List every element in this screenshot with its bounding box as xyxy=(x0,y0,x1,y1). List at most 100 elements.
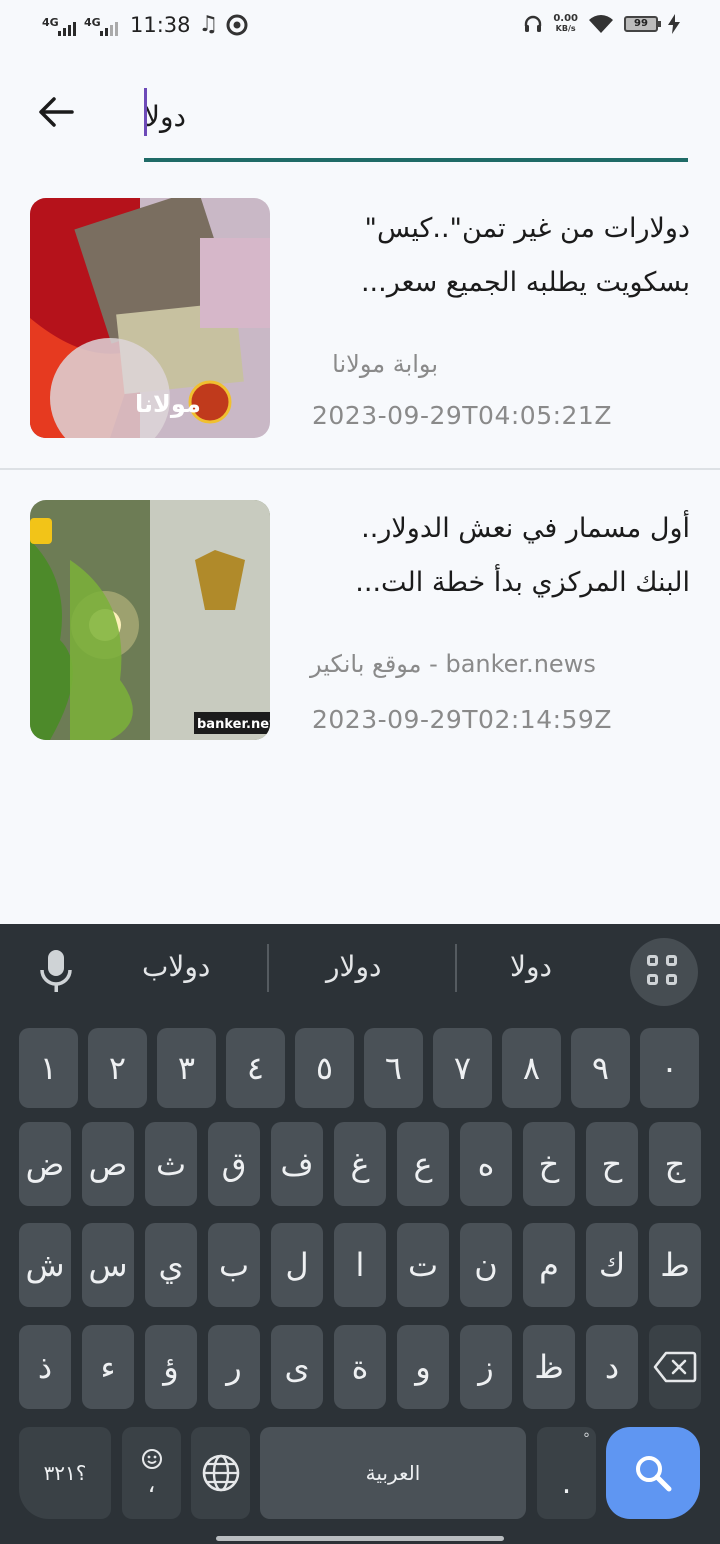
backspace-key[interactable] xyxy=(649,1325,701,1409)
key[interactable]: ٦ xyxy=(364,1028,423,1108)
clock: 11:38 xyxy=(130,12,191,37)
key[interactable]: ا xyxy=(334,1223,386,1307)
suggestion[interactable]: دولا xyxy=(510,950,552,983)
key[interactable]: ف xyxy=(271,1122,323,1206)
key[interactable]: ر xyxy=(208,1325,260,1409)
news-title-line: بسكويت يطلبه الجميع سعر... xyxy=(360,267,690,298)
language-key[interactable] xyxy=(191,1427,250,1519)
globe-icon xyxy=(202,1454,239,1492)
key[interactable]: س xyxy=(82,1223,134,1307)
battery-level: 99 xyxy=(634,18,648,29)
wifi-icon xyxy=(589,15,613,33)
key[interactable]: ق xyxy=(208,1122,260,1206)
period-label: . xyxy=(561,1465,572,1501)
comma-label: ، xyxy=(147,1470,156,1498)
battery-icon: 99 xyxy=(624,16,661,32)
news-title-line: أول مسمار في نعش الدولار.. xyxy=(361,513,690,544)
key[interactable]: ٨ xyxy=(502,1028,561,1108)
key[interactable]: ج xyxy=(649,1122,701,1206)
key[interactable]: ل xyxy=(271,1223,323,1307)
key[interactable]: ٤ xyxy=(226,1028,285,1108)
news-title-line: دولارات من غير تمن"..كيس" xyxy=(364,213,690,244)
key[interactable]: ه xyxy=(460,1122,512,1206)
key[interactable]: ٢ xyxy=(88,1028,147,1108)
grid-icon-cell xyxy=(647,974,658,985)
chrome-icon xyxy=(226,14,248,35)
key[interactable]: ي xyxy=(145,1223,197,1307)
key[interactable]: ٧ xyxy=(433,1028,492,1108)
key[interactable]: ٠ xyxy=(640,1028,699,1108)
net-speed: 0.00 KB/s xyxy=(553,14,578,34)
music-note-icon: ♫ xyxy=(198,12,219,37)
key[interactable]: ش xyxy=(19,1223,71,1307)
key[interactable]: ع xyxy=(397,1122,449,1206)
search-icon xyxy=(636,1456,672,1492)
key[interactable]: غ xyxy=(334,1122,386,1206)
keyboard: دولاب دولار دولا ١ ٢ ٣ ٤ ٥ ٦ ٧ ٨ ٩ ٠ ض ص… xyxy=(0,924,720,1544)
news-thumbnail: مولانا xyxy=(30,198,270,438)
divider xyxy=(0,468,720,470)
key[interactable]: ؤ xyxy=(145,1325,197,1409)
key[interactable]: ٩ xyxy=(571,1028,630,1108)
status-bar: 4G 4G 11:38 ♫ 0.00 KB/s 99 xyxy=(0,0,720,56)
search-field[interactable] xyxy=(144,86,688,162)
key[interactable]: ب xyxy=(208,1223,260,1307)
news-item[interactable]: مولانا دولارات من غير تمن"..كيس" بسكويت … xyxy=(0,198,720,498)
grid-icon-cell xyxy=(666,974,677,985)
signal-icon: 4G xyxy=(42,14,76,36)
emoji-key[interactable]: ، xyxy=(122,1427,181,1519)
search-input[interactable] xyxy=(144,86,688,146)
headphones-icon xyxy=(525,15,542,32)
symbols-key[interactable]: ؟٣٢١ xyxy=(19,1427,111,1519)
key[interactable]: ض xyxy=(19,1122,71,1206)
key[interactable]: ء xyxy=(82,1325,134,1409)
thumb-watermark: banker.news xyxy=(197,717,270,732)
text-caret xyxy=(144,88,147,136)
microphone-icon[interactable] xyxy=(36,946,76,996)
grid-icon xyxy=(647,955,658,966)
key[interactable]: ٣ xyxy=(157,1028,216,1108)
space-key[interactable]: العربية xyxy=(260,1427,526,1519)
back-button[interactable] xyxy=(30,88,82,136)
key[interactable]: ث xyxy=(145,1122,197,1206)
signal-label: 4G xyxy=(84,15,101,29)
arrow-back-icon xyxy=(39,97,74,127)
news-thumbnail: banker.news xyxy=(30,500,270,740)
news-item[interactable]: banker.news أول مسمار في نعش الدولار.. ا… xyxy=(0,500,720,800)
key[interactable]: ز xyxy=(460,1325,512,1409)
grid-icon-cell xyxy=(666,955,677,966)
key[interactable]: خ xyxy=(523,1122,575,1206)
suggestion[interactable]: دولار xyxy=(326,950,381,983)
key[interactable]: ٥ xyxy=(295,1028,354,1108)
period-hint-icon: ° xyxy=(583,1431,590,1447)
apps-grid-button[interactable] xyxy=(630,938,698,1006)
key[interactable]: و xyxy=(397,1325,449,1409)
key[interactable]: ة xyxy=(334,1325,386,1409)
key[interactable]: ى xyxy=(271,1325,323,1409)
news-title-line: البنك المركزي بدأ خطة الت... xyxy=(355,567,690,598)
news-source: banker.news - موقع بانكير xyxy=(310,650,596,678)
key[interactable]: ١ xyxy=(19,1028,78,1108)
suggestion-separator xyxy=(267,944,269,992)
backspace-icon xyxy=(653,1351,697,1383)
suggestion[interactable]: دولاب xyxy=(142,950,210,983)
key[interactable]: م xyxy=(523,1223,575,1307)
home-indicator[interactable] xyxy=(216,1536,504,1541)
key[interactable]: د xyxy=(586,1325,638,1409)
key[interactable]: ذ xyxy=(19,1325,71,1409)
key[interactable]: ح xyxy=(586,1122,638,1206)
news-date: 2023-09-29T02:14:59Z xyxy=(312,705,612,734)
news-date: 2023-09-29T04:05:21Z xyxy=(312,401,612,430)
net-speed-value: 0.00 xyxy=(553,13,578,24)
charging-icon xyxy=(668,14,680,34)
key[interactable]: ت xyxy=(397,1223,449,1307)
signal-icon: 4G xyxy=(84,14,118,36)
key[interactable]: ظ xyxy=(523,1325,575,1409)
key[interactable]: ك xyxy=(586,1223,638,1307)
suggestion-separator xyxy=(455,944,457,992)
key[interactable]: ن xyxy=(460,1223,512,1307)
search-key[interactable] xyxy=(606,1427,700,1519)
key[interactable]: ص xyxy=(82,1122,134,1206)
key[interactable]: ط xyxy=(649,1223,701,1307)
period-key[interactable]: . ° xyxy=(537,1427,596,1519)
